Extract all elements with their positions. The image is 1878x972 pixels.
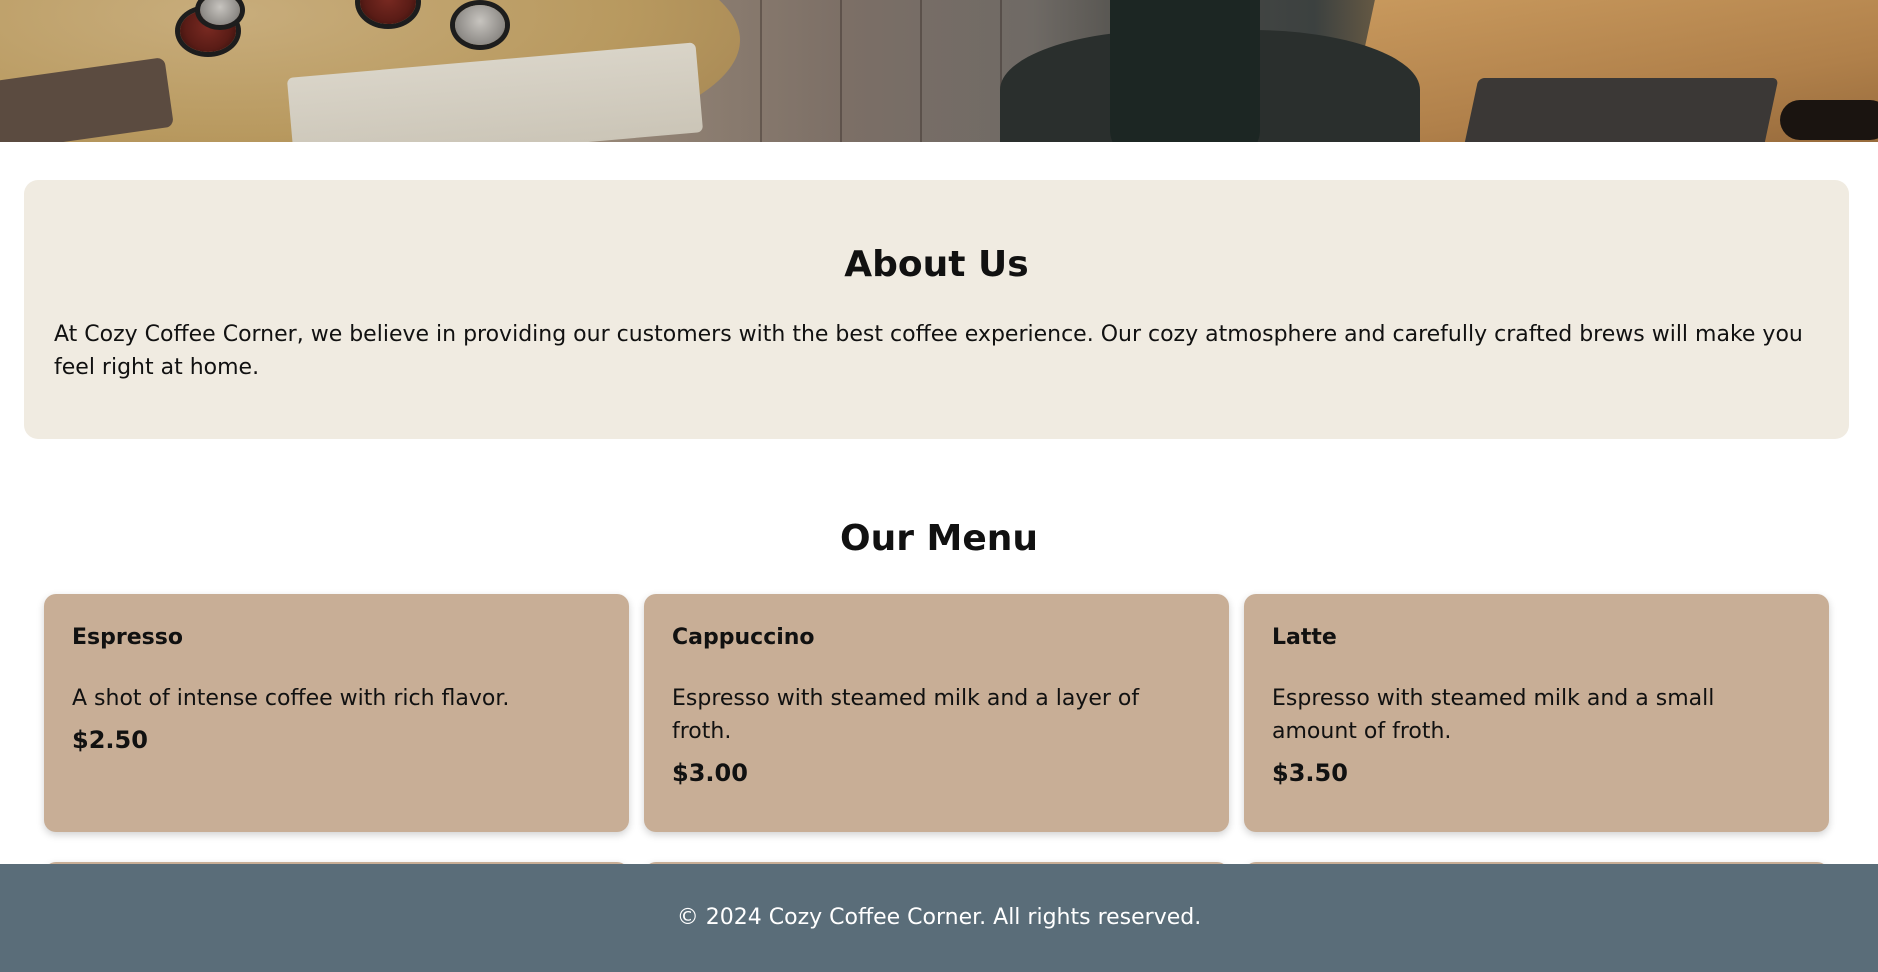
hero-cup-4 (455, 5, 505, 45)
footer-copyright: © 2024 Cozy Coffee Corner. All rights re… (676, 905, 1202, 930)
about-section: About Us At Cozy Coffee Corner, we belie… (24, 180, 1849, 439)
hero-tablet (1461, 78, 1779, 142)
menu-item-name: Latte (1272, 625, 1337, 650)
menu-item-price: $3.00 (672, 759, 748, 787)
menu-item-price: $3.50 (1272, 759, 1348, 787)
hero-sunglasses (1780, 100, 1878, 140)
menu-card-latte: Latte Espresso with steamed milk and a s… (1244, 594, 1829, 832)
menu-item-description: Espresso with steamed milk and a small a… (1272, 686, 1715, 744)
footer: © 2024 Cozy Coffee Corner. All rights re… (0, 864, 1878, 972)
hero-person (1110, 0, 1260, 142)
about-text: At Cozy Coffee Corner, we believe in pro… (54, 322, 1803, 380)
menu-item-name: Espresso (72, 625, 183, 650)
menu-item-price: $2.50 (72, 726, 148, 754)
hero-image (0, 0, 1878, 142)
menu-cards: Espresso A shot of intense coffee with r… (44, 594, 1830, 922)
menu-item-description: Espresso with steamed milk and a layer o… (672, 686, 1140, 744)
about-heading: About Us (844, 244, 1029, 285)
menu-card-espresso: Espresso A shot of intense coffee with r… (44, 594, 629, 832)
menu-heading: Our Menu (839, 518, 1039, 559)
menu-card-cappuccino: Cappuccino Espresso with steamed milk an… (644, 594, 1229, 832)
menu-item-description: A shot of intense coffee with rich flavo… (72, 686, 510, 711)
menu-item-name: Cappuccino (672, 625, 815, 650)
